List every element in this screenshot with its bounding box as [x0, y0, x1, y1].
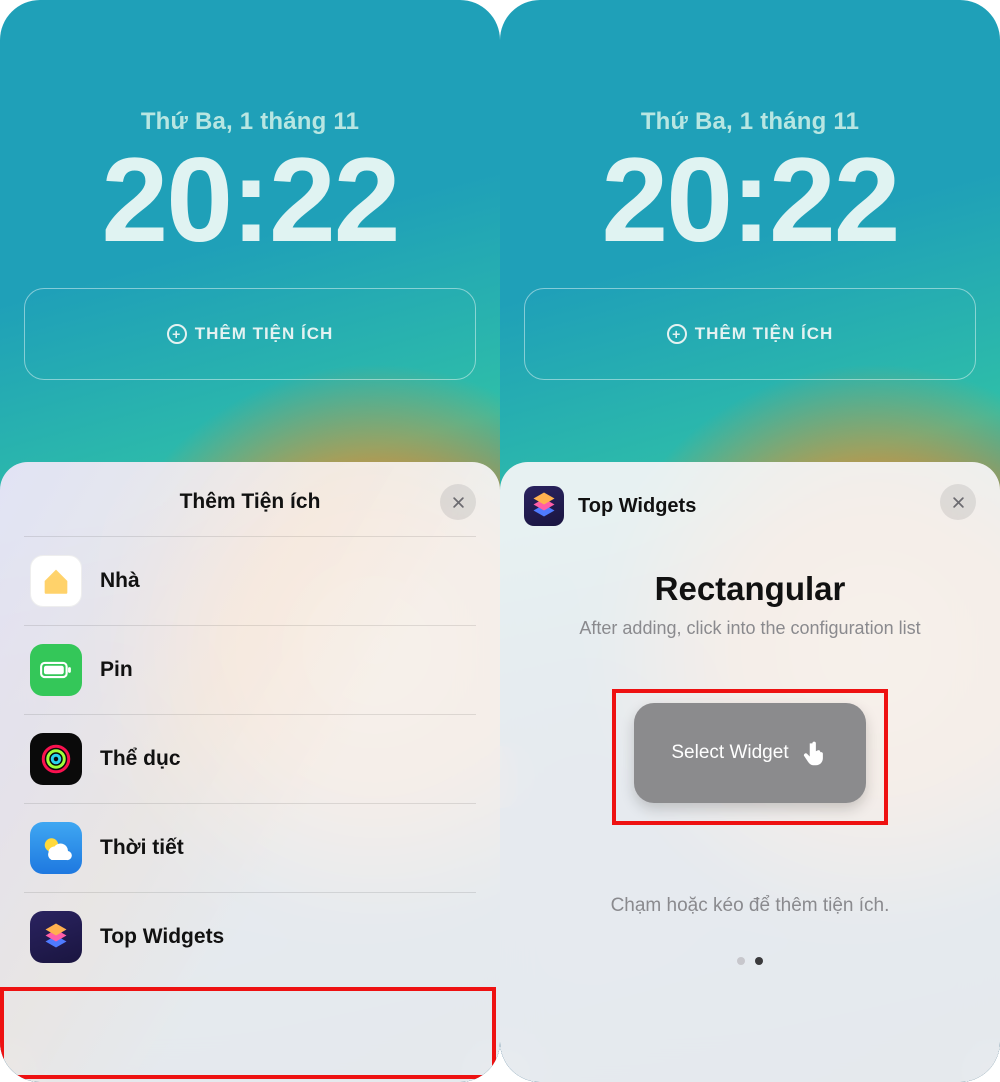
lock-date: Thứ Ba, 1 tháng 11	[0, 108, 500, 136]
widget-app-row-weather[interactable]: Thời tiết	[24, 803, 476, 892]
plus-circle-icon: +	[667, 324, 687, 344]
widget-app-list: Nhà Pin Thể dục Thời tiết	[0, 536, 500, 981]
widget-row-label: Thời tiết	[100, 836, 184, 860]
close-icon	[451, 495, 466, 510]
battery-icon	[30, 644, 82, 696]
widget-type-subtitle: After adding, click into the configurati…	[500, 618, 1000, 639]
sheet-header: Top Widgets	[500, 462, 1000, 534]
sheet-header: Thêm Tiện ích	[0, 462, 500, 536]
widget-picker-sheet: Thêm Tiện ích Nhà Pin	[0, 462, 500, 1082]
page-dot	[737, 957, 745, 965]
annotation-highlight-box: Select Widget	[612, 689, 888, 825]
lock-date: Thứ Ba, 1 tháng 11	[500, 108, 1000, 136]
widget-row-label: Pin	[100, 658, 133, 682]
widget-app-row-top-widgets[interactable]: Top Widgets	[24, 892, 476, 981]
add-widget-slot-label: THÊM TIỆN ÍCH	[195, 324, 334, 344]
plus-circle-icon: +	[167, 324, 187, 344]
widget-preview-area: Select Widget	[500, 689, 1000, 825]
lock-time: 20:22	[500, 140, 1000, 260]
top-widgets-icon	[30, 911, 82, 963]
widget-type-title: Rectangular	[500, 570, 1000, 608]
widget-detail-sheet: Top Widgets Rectangular After adding, cl…	[500, 462, 1000, 1082]
lock-screen-header: Thứ Ba, 1 tháng 11 20:22	[500, 0, 1000, 260]
widget-app-row-fitness[interactable]: Thể dục	[24, 714, 476, 803]
phone-right: Thứ Ba, 1 tháng 11 20:22 + THÊM TIỆN ÍCH…	[500, 0, 1000, 1082]
widget-row-label: Thể dục	[100, 747, 181, 771]
page-dot-active	[755, 957, 763, 965]
drag-hint-text: Chạm hoặc kéo để thêm tiện ích.	[500, 895, 1000, 917]
add-widget-slot-label: THÊM TIỆN ÍCH	[695, 324, 834, 344]
close-icon	[951, 495, 966, 510]
phone-left: Thứ Ba, 1 tháng 11 20:22 + THÊM TIỆN ÍCH…	[0, 0, 500, 1082]
top-widgets-icon	[524, 486, 564, 526]
lock-screen-header: Thứ Ba, 1 tháng 11 20:22	[0, 0, 500, 260]
page-indicator[interactable]	[500, 957, 1000, 965]
close-button[interactable]	[440, 484, 476, 520]
home-icon	[30, 555, 82, 607]
close-button[interactable]	[940, 484, 976, 520]
pointer-hand-icon	[801, 739, 829, 767]
widget-app-row-home[interactable]: Nhà	[24, 536, 476, 625]
fitness-icon	[30, 733, 82, 785]
sheet-app-name: Top Widgets	[578, 495, 696, 518]
add-widget-slot[interactable]: + THÊM TIỆN ÍCH	[524, 288, 976, 380]
lock-time: 20:22	[0, 140, 500, 260]
widget-app-row-battery[interactable]: Pin	[24, 625, 476, 714]
select-widget-button[interactable]: Select Widget	[634, 703, 866, 803]
add-widget-slot[interactable]: + THÊM TIỆN ÍCH	[24, 288, 476, 380]
weather-icon	[30, 822, 82, 874]
widget-row-label: Top Widgets	[100, 925, 224, 949]
widget-row-label: Nhà	[100, 569, 140, 593]
sheet-title: Thêm Tiện ích	[0, 490, 500, 514]
select-widget-label: Select Widget	[671, 742, 788, 764]
